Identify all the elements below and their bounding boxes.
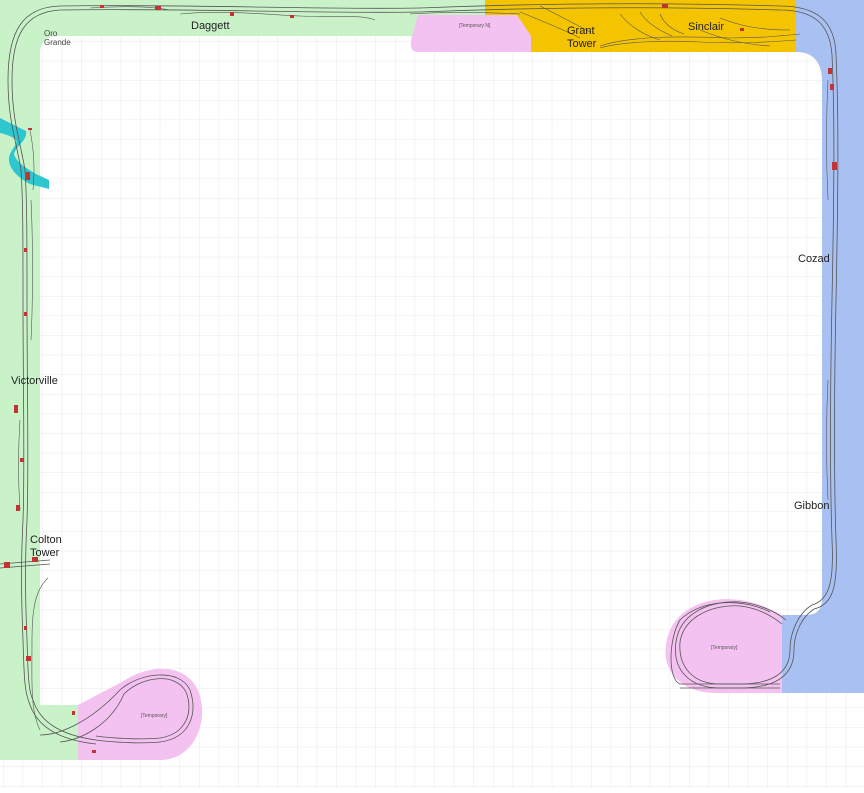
signal-marker [24,248,27,252]
signal-marker [740,28,744,31]
signal-marker [828,68,832,74]
label-grant-tower-line1: Grant [567,25,595,37]
signal-marker [155,6,161,10]
benchwork-regions [0,0,864,760]
label-oro-grande-line1: Oro [44,29,58,38]
label-oro-grande-line2: Grande [44,38,71,47]
signal-marker [100,5,104,8]
signal-marker [24,312,27,316]
label-grant-tower-line2: Tower [567,38,597,50]
signal-marker [28,128,32,130]
signal-marker [830,84,834,90]
signal-marker [26,656,31,661]
label-daggett: Daggett [191,20,230,32]
label-gibbon: Gibbon [794,500,829,512]
signal-marker [662,4,668,8]
label-temporary-se: [Temporary] [711,645,738,651]
signal-marker [290,15,294,18]
label-colton-tower-line2: Tower [30,547,60,559]
signal-marker [20,458,24,462]
label-temporary-sw: [Temporary] [141,713,168,719]
signal-marker [24,626,27,630]
signal-marker [16,505,20,511]
label-colton-tower-line1: Colton [30,534,62,546]
label-victorville: Victorville [11,375,58,387]
signal-marker [832,162,837,170]
label-sinclair: Sinclair [688,21,724,33]
label-cozad: Cozad [798,253,830,265]
pink-region-temporary-n [410,15,531,52]
signal-marker [14,405,18,413]
signal-marker [92,750,96,753]
track-plan-diagram: Daggett Oro Grande [Temporary N] Grant T… [0,0,864,788]
signal-marker [26,172,30,180]
signal-marker [230,12,234,16]
layout-plan: Daggett Oro Grande [Temporary N] Grant T… [0,0,864,788]
signal-marker [72,711,75,715]
label-temporary-n: [Temporary N] [459,23,491,29]
signal-marker [4,562,10,568]
